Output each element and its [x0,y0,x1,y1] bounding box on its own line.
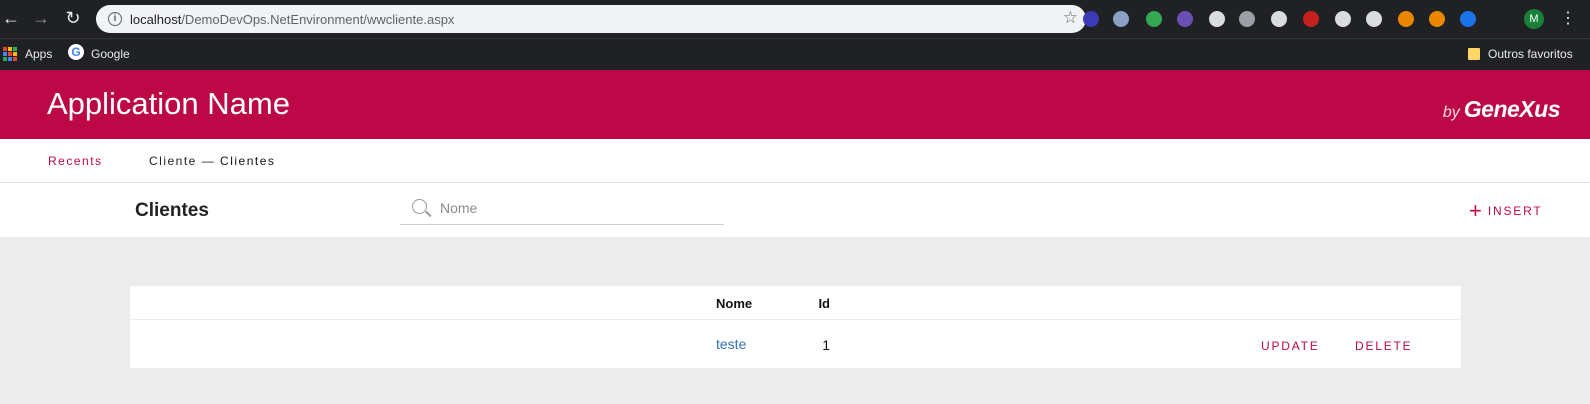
extension-icon[interactable] [1398,11,1414,27]
extension-icon[interactable] [1271,11,1287,27]
extension-icon[interactable] [1429,11,1445,27]
bookmark-star-icon[interactable]: ☆ [1063,8,1078,28]
search-input[interactable] [440,197,710,219]
reload-icon[interactable]: ↻ [62,7,84,29]
brand-name: GeneXus [1463,96,1561,122]
breadcrumb: Cliente — Clientes [149,154,275,168]
profile-avatar[interactable]: M [1524,9,1544,29]
apps-grid-icon[interactable] [3,47,17,61]
url-text[interactable]: localhost/DemoDevOps.NetEnvironment/wwcl… [130,12,454,27]
address-bar[interactable]: i localhost/DemoDevOps.NetEnvironment/ww… [96,5,1086,33]
more-menu-icon[interactable]: ⋮ [1560,8,1576,30]
clientes-grid: Id Nome 1 teste UPDATE DELETE [130,286,1461,368]
column-header-nome[interactable]: Nome [716,296,752,311]
back-arrow-icon[interactable]: ← [0,7,22,29]
app-header: Application Name by GeneXus [0,70,1590,139]
extension-icon[interactable] [1460,11,1476,27]
bookmark-apps[interactable]: Apps [25,46,52,62]
adblock-icon[interactable] [1303,11,1319,27]
extension-icon[interactable] [1177,11,1193,27]
app-name[interactable]: Application Name [47,86,290,122]
folder-icon [1468,48,1480,60]
extension-icon[interactable] [1239,11,1255,27]
search-box[interactable] [400,193,724,225]
bookmark-google[interactable]: Google [91,46,130,62]
breadcrumb-separator: — [201,154,216,168]
extension-icon[interactable] [1366,11,1382,27]
delete-button[interactable]: DELETE [1355,339,1412,353]
extension-icon[interactable] [1146,11,1162,27]
google-icon: G [68,44,84,60]
search-icon [412,199,427,214]
bookmark-other-favorites[interactable]: Outros favoritos [1488,46,1573,62]
site-info-icon[interactable]: i [108,12,122,26]
column-header-id[interactable]: Id [818,296,830,311]
brand-by: by [1442,104,1460,121]
url-path: /DemoDevOps.NetEnvironment/wwcliente.asp… [181,12,455,27]
breadcrumb-parent[interactable]: Cliente [149,154,197,168]
insert-button[interactable]: + INSERT [1469,198,1542,224]
bookmarks-bar: Apps G Google Outros favoritos [0,38,1590,70]
recents-link[interactable]: Recents [48,154,103,168]
grid-header: Id Nome [130,286,1461,320]
extension-icon[interactable] [1083,11,1099,27]
forward-arrow-icon[interactable]: → [30,7,52,29]
breadcrumb-bar: Recents Cliente — Clientes [0,139,1590,183]
cell-id: 1 [822,337,830,353]
url-host: localhost [130,12,182,27]
page-title: Clientes [135,200,209,221]
extension-icon[interactable] [1335,11,1351,27]
update-button[interactable]: UPDATE [1261,339,1320,353]
genexus-logo: by GeneXus [1442,96,1561,123]
plus-icon: + [1469,198,1482,223]
breadcrumb-current: Clientes [220,154,276,168]
cell-nome-link[interactable]: teste [716,336,746,352]
browser-toolbar: ← → ↻ i localhost/DemoDevOps.NetEnvironm… [0,0,1590,38]
extension-icon[interactable] [1113,11,1129,27]
page-toolbar: Clientes + INSERT [0,183,1590,237]
extension-icon[interactable] [1209,11,1225,27]
table-row: 1 teste UPDATE DELETE [130,320,1461,368]
insert-label: INSERT [1487,204,1543,218]
